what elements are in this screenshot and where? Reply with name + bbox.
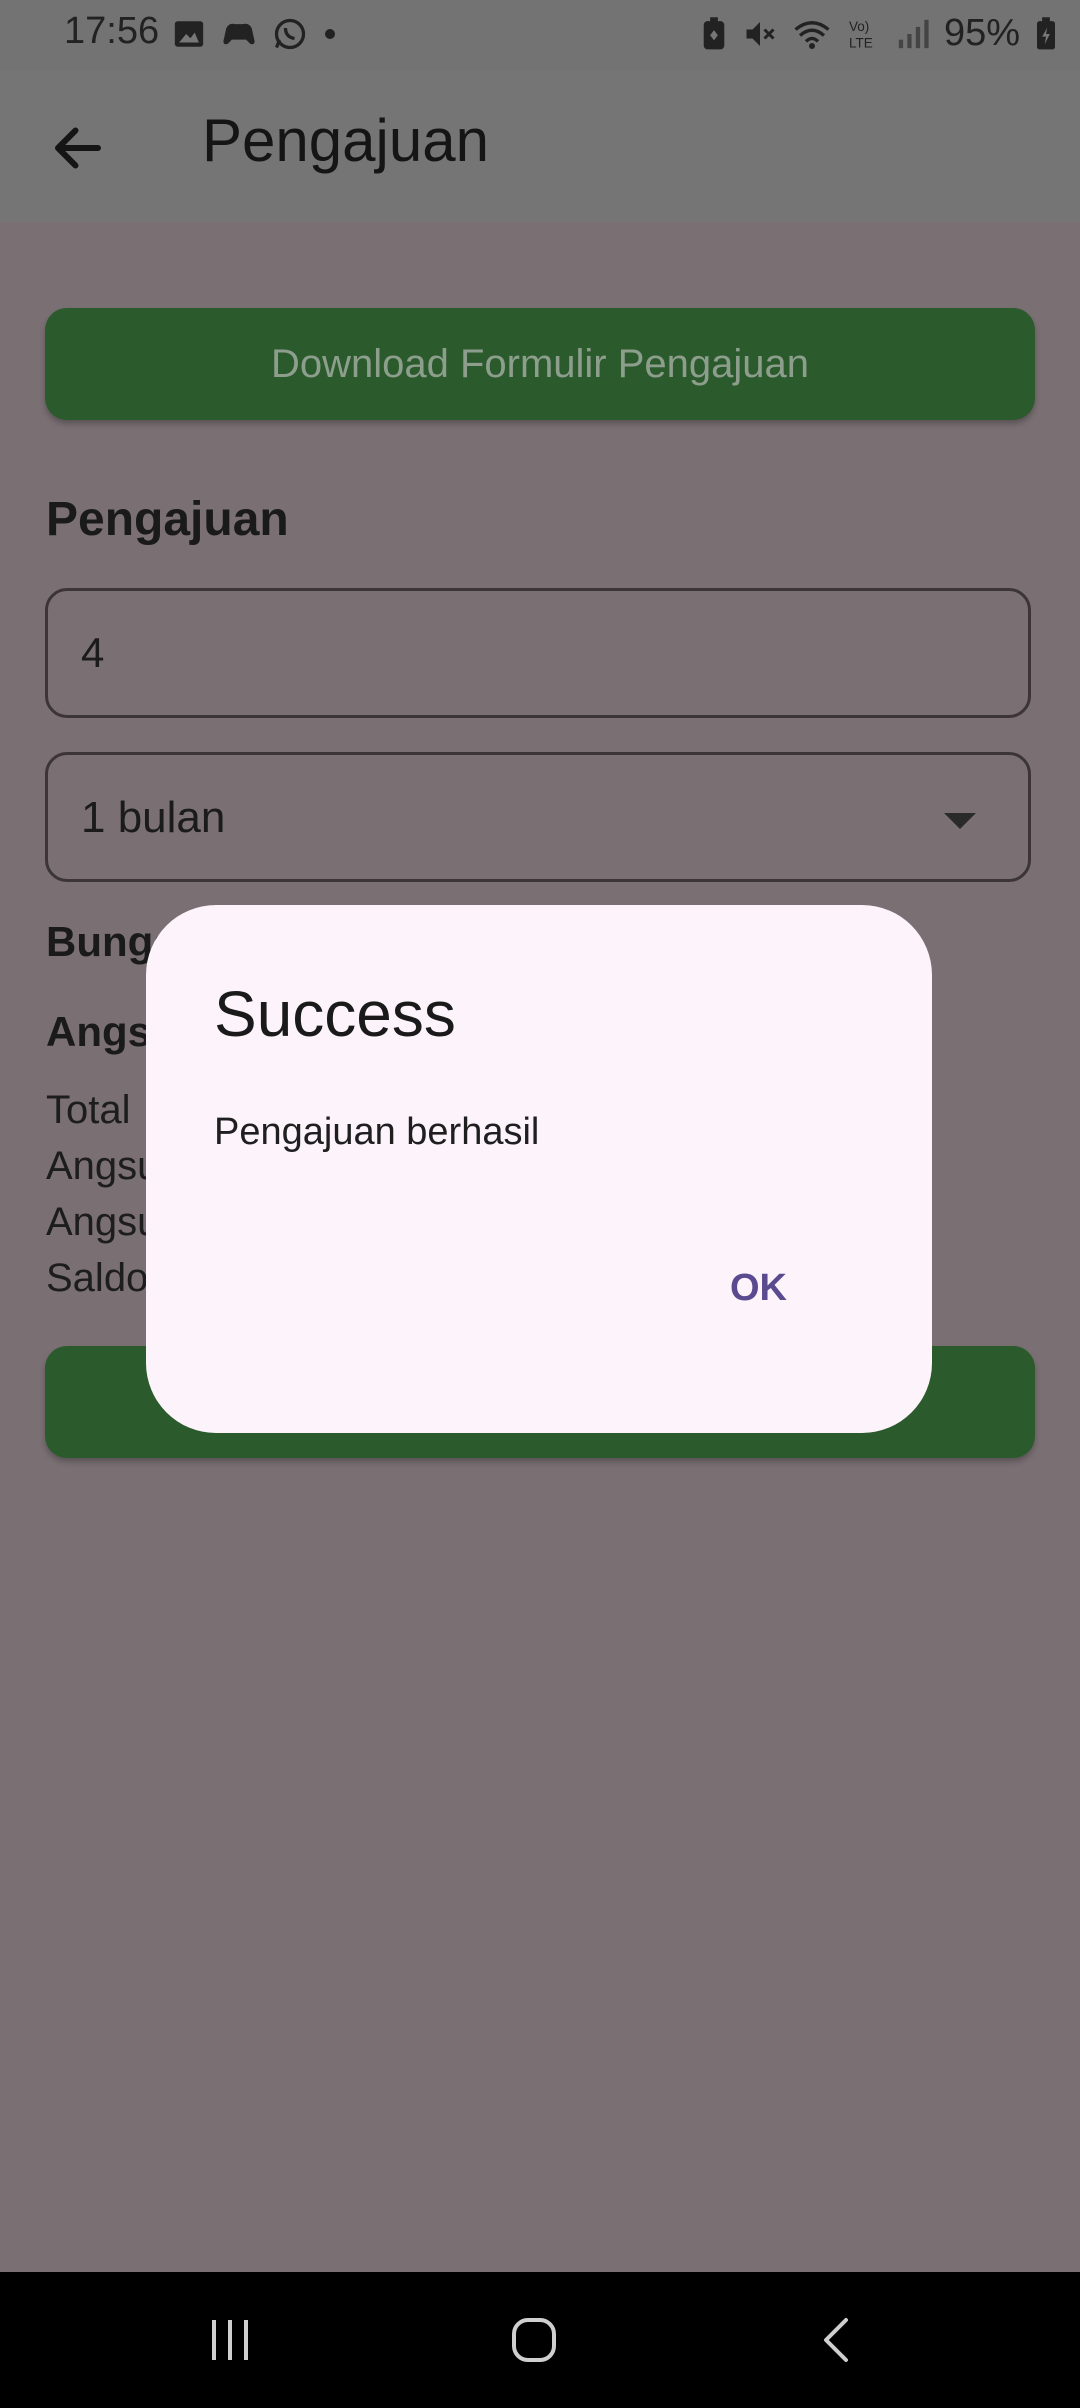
amount-input[interactable] (45, 588, 1031, 718)
signal-icon (898, 19, 929, 48)
battery-charging-icon (1037, 16, 1055, 49)
svg-text:LTE: LTE (849, 35, 873, 50)
battery-saver-icon (703, 16, 725, 49)
summary-installment-2: Angsu (46, 1200, 160, 1244)
notification-icons (172, 16, 338, 52)
summary-balance: Saldo (46, 1256, 149, 1300)
arrow-left-icon[interactable] (48, 118, 108, 178)
installment-title: Angs (46, 1008, 151, 1055)
game-controller-icon (223, 23, 255, 45)
whatsapp-icon (274, 18, 306, 50)
status-right: Vo) LTE 95% (700, 12, 1058, 55)
wifi-icon (794, 20, 830, 49)
mute-icon (746, 21, 775, 46)
dropdown-arrow-icon (944, 813, 976, 829)
status-time: 17:56 (64, 10, 160, 52)
recent-apps-icon[interactable] (206, 2316, 254, 2364)
svg-text:Vo): Vo) (849, 19, 869, 34)
download-form-button[interactable]: Download Formulir Pengajuan (45, 308, 1035, 420)
home-icon[interactable] (510, 2316, 558, 2364)
page-title: Pengajuan (202, 107, 489, 174)
status-bar: 17:56 Vo) LTE 95% (0, 0, 1080, 70)
dialog-message: Pengajuan berhasil (214, 1111, 540, 1153)
back-icon[interactable] (818, 2316, 854, 2364)
success-dialog: Success Pengajuan berhasil OK (146, 905, 932, 1433)
image-icon (174, 21, 204, 47)
download-form-label: Download Formulir Pengajuan (270, 341, 810, 386)
section-title: Pengajuan (46, 493, 289, 546)
volte-icon: Vo)LTE (849, 19, 873, 51)
navigation-bar (0, 2272, 1080, 2408)
battery-percent: 95% (943, 12, 1020, 54)
ok-button[interactable]: OK (730, 1267, 787, 1310)
summary-total: Total (46, 1088, 131, 1132)
dot-icon (325, 29, 335, 39)
summary-installment-1: Angsu (46, 1144, 160, 1188)
duration-value: 1 bulan (81, 793, 226, 842)
duration-dropdown[interactable]: 1 bulan (45, 752, 1031, 882)
dialog-title: Success (214, 978, 456, 1050)
app-bar: Pengajuan (0, 70, 1080, 222)
